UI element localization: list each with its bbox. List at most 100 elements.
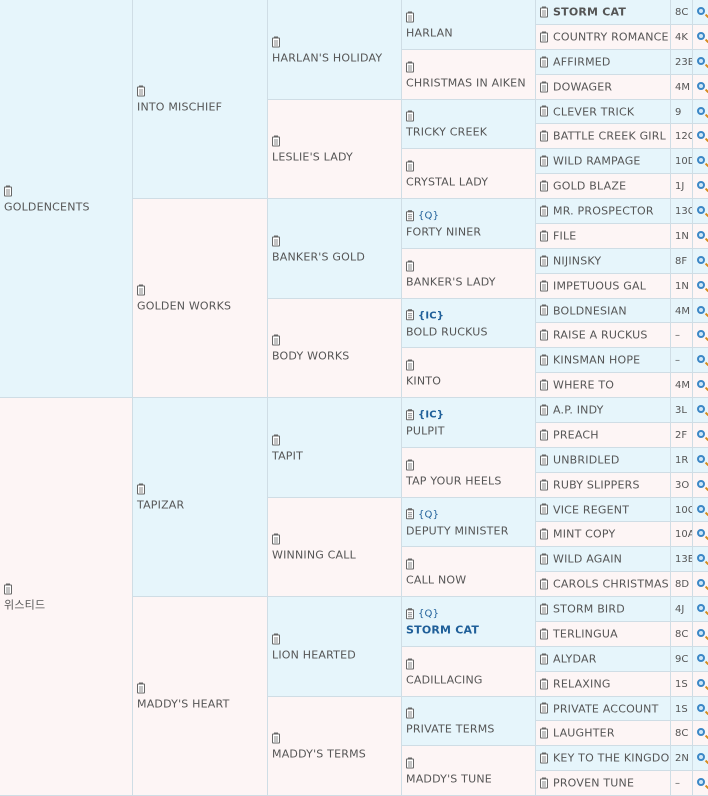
horse-name-link[interactable]: PRIVATE ACCOUNT [553, 702, 659, 715]
horse-name-link[interactable]: DEPUTY MINISTER [406, 524, 509, 537]
clipboard-icon[interactable] [272, 633, 280, 644]
clipboard-icon[interactable] [406, 11, 414, 22]
clipboard-icon[interactable] [540, 304, 548, 316]
horse-name-link[interactable]: CHRISTMAS IN AIKEN [406, 76, 526, 89]
horse-name-link[interactable]: INTO MISCHIEF [137, 101, 222, 114]
horse-name-link[interactable]: KEY TO THE KINGDOM [553, 752, 670, 765]
search-button[interactable] [693, 448, 708, 473]
horse-name-link[interactable]: MR. PROSPECTOR [553, 205, 654, 218]
horse-name-link[interactable]: STORM BIRD [553, 603, 625, 616]
horse-name-link[interactable]: BODY WORKS [272, 350, 349, 363]
search-button[interactable] [693, 647, 708, 672]
clipboard-icon[interactable] [540, 653, 548, 664]
clipboard-icon[interactable] [540, 105, 548, 117]
clipboard-icon[interactable] [540, 479, 548, 490]
clipboard-icon[interactable] [406, 508, 414, 520]
clipboard-icon[interactable] [540, 155, 548, 166]
clipboard-icon[interactable] [540, 280, 548, 291]
clipboard-icon[interactable] [540, 678, 548, 689]
search-button[interactable] [693, 672, 708, 697]
horse-name-link[interactable]: CLEVER TRICK [553, 105, 634, 118]
horse-name-link[interactable]: HARLAN'S HOLIDAY [272, 51, 382, 64]
horse-name-link[interactable]: PRIVATE TERMS [406, 723, 495, 736]
clipboard-icon[interactable] [272, 334, 280, 346]
search-button[interactable] [693, 100, 708, 124]
search-button[interactable] [693, 398, 708, 423]
horse-name-link[interactable]: BANKER'S GOLD [272, 250, 365, 263]
horse-name-link[interactable]: STORM CAT [553, 6, 626, 19]
search-button[interactable] [693, 423, 708, 448]
horse-name-link[interactable]: KINTO [406, 374, 441, 387]
horse-name-link[interactable]: TAPIZAR [137, 499, 184, 512]
horse-name-link[interactable]: AFFIRMED [553, 56, 611, 69]
horse-name-link[interactable]: TRICKY CREEK [406, 126, 487, 139]
clipboard-icon[interactable] [406, 260, 414, 271]
clipboard-icon[interactable] [406, 408, 414, 420]
search-button[interactable] [693, 721, 708, 746]
search-button[interactable] [693, 348, 708, 373]
clipboard-icon[interactable] [540, 553, 548, 564]
search-button[interactable] [693, 746, 708, 771]
search-button[interactable] [693, 597, 708, 622]
clipboard-icon[interactable] [540, 81, 548, 92]
horse-name-link[interactable]: FILE [553, 230, 576, 243]
horse-name-link[interactable]: GOLDEN WORKS [137, 300, 231, 313]
clipboard-icon[interactable] [540, 628, 548, 639]
horse-name-link[interactable]: STORM CAT [406, 623, 479, 636]
clipboard-icon[interactable] [272, 434, 280, 445]
horse-name-link[interactable]: RAISE A RUCKUS [553, 329, 648, 342]
horse-name-link[interactable]: BOLDNESIAN [553, 304, 627, 317]
search-button[interactable] [693, 274, 708, 299]
horse-name-link[interactable]: CALL NOW [406, 573, 466, 586]
horse-name-link[interactable]: MADDY'S TUNE [406, 772, 492, 785]
horse-name-link[interactable]: MINT COPY [553, 528, 615, 541]
search-button[interactable] [693, 522, 708, 547]
horse-name-link[interactable]: MADDY'S TERMS [272, 748, 366, 761]
clipboard-icon[interactable] [406, 61, 414, 72]
horse-name-link[interactable]: WINNING CALL [272, 549, 356, 562]
search-button[interactable] [693, 547, 708, 572]
clipboard-icon[interactable] [137, 85, 145, 97]
horse-name-link[interactable]: IMPETUOUS GAL [553, 280, 646, 293]
search-button[interactable] [693, 75, 708, 100]
search-button[interactable] [693, 373, 708, 398]
horse-name-link[interactable]: PULPIT [406, 424, 445, 437]
horse-name-link[interactable]: GOLDENCENTS [4, 200, 90, 213]
clipboard-icon[interactable] [137, 284, 145, 296]
search-button[interactable] [693, 498, 708, 522]
clipboard-icon[interactable] [406, 110, 414, 122]
search-button[interactable] [693, 697, 708, 721]
clipboard-icon[interactable] [540, 404, 548, 415]
clipboard-icon[interactable] [406, 309, 414, 321]
clipboard-icon[interactable] [540, 528, 548, 539]
horse-name-link[interactable]: CAROLS CHRISTMAS [553, 578, 669, 591]
clipboard-icon[interactable] [540, 180, 548, 191]
clipboard-icon[interactable] [406, 707, 414, 719]
horse-name-link[interactable]: GOLD BLAZE [553, 180, 626, 193]
search-button[interactable] [693, 50, 708, 75]
clipboard-icon[interactable] [540, 727, 548, 738]
search-button[interactable] [693, 224, 708, 249]
horse-name-link[interactable]: VICE REGENT [553, 503, 629, 516]
clipboard-icon[interactable] [137, 483, 145, 495]
search-button[interactable] [693, 124, 708, 149]
horse-name-link[interactable]: HARLAN [406, 26, 453, 39]
clipboard-icon[interactable] [540, 205, 548, 216]
search-button[interactable] [693, 572, 708, 597]
clipboard-icon[interactable] [406, 459, 414, 470]
horse-name-link[interactable]: WILD AGAIN [553, 553, 622, 566]
clipboard-icon[interactable] [406, 757, 414, 768]
clipboard-icon[interactable] [272, 135, 280, 147]
clipboard-icon[interactable] [540, 578, 548, 589]
horse-name-link[interactable]: RUBY SLIPPERS [553, 479, 640, 492]
clipboard-icon[interactable] [540, 702, 548, 714]
search-button[interactable] [693, 473, 708, 498]
horse-name-link[interactable]: CADILLACING [406, 673, 483, 686]
horse-name-link[interactable]: LION HEARTED [272, 648, 356, 661]
clipboard-icon[interactable] [540, 31, 548, 42]
clipboard-icon[interactable] [406, 209, 414, 221]
clipboard-icon[interactable] [540, 56, 548, 67]
clipboard-icon[interactable] [4, 185, 12, 196]
clipboard-icon[interactable] [540, 429, 548, 440]
clipboard-icon[interactable] [406, 160, 414, 171]
